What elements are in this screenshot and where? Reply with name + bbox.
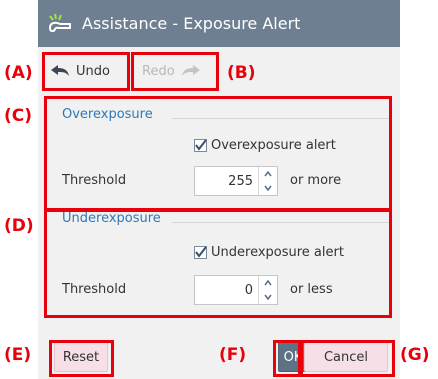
callout-box-g [300,340,395,377]
annotation-label-g: (G) [400,345,430,365]
title-bar: Assistance - Exposure Alert [38,0,400,47]
callout-box-b [131,52,219,91]
callout-box-f [273,340,301,377]
callout-box-c [44,96,392,212]
callout-box-e [49,340,114,377]
annotation-label-a: (A) [4,63,33,83]
annotation-label-b: (B) [227,63,256,83]
annotation-label-d: (D) [4,216,34,236]
pipe-icon [46,10,72,36]
annotation-label-e: (E) [4,345,32,365]
annotation-label-c: (C) [4,106,33,126]
window-title: Assistance - Exposure Alert [82,14,301,33]
annotation-label-f: (F) [219,345,247,365]
callout-box-a [42,52,130,91]
callout-box-d [44,208,392,318]
